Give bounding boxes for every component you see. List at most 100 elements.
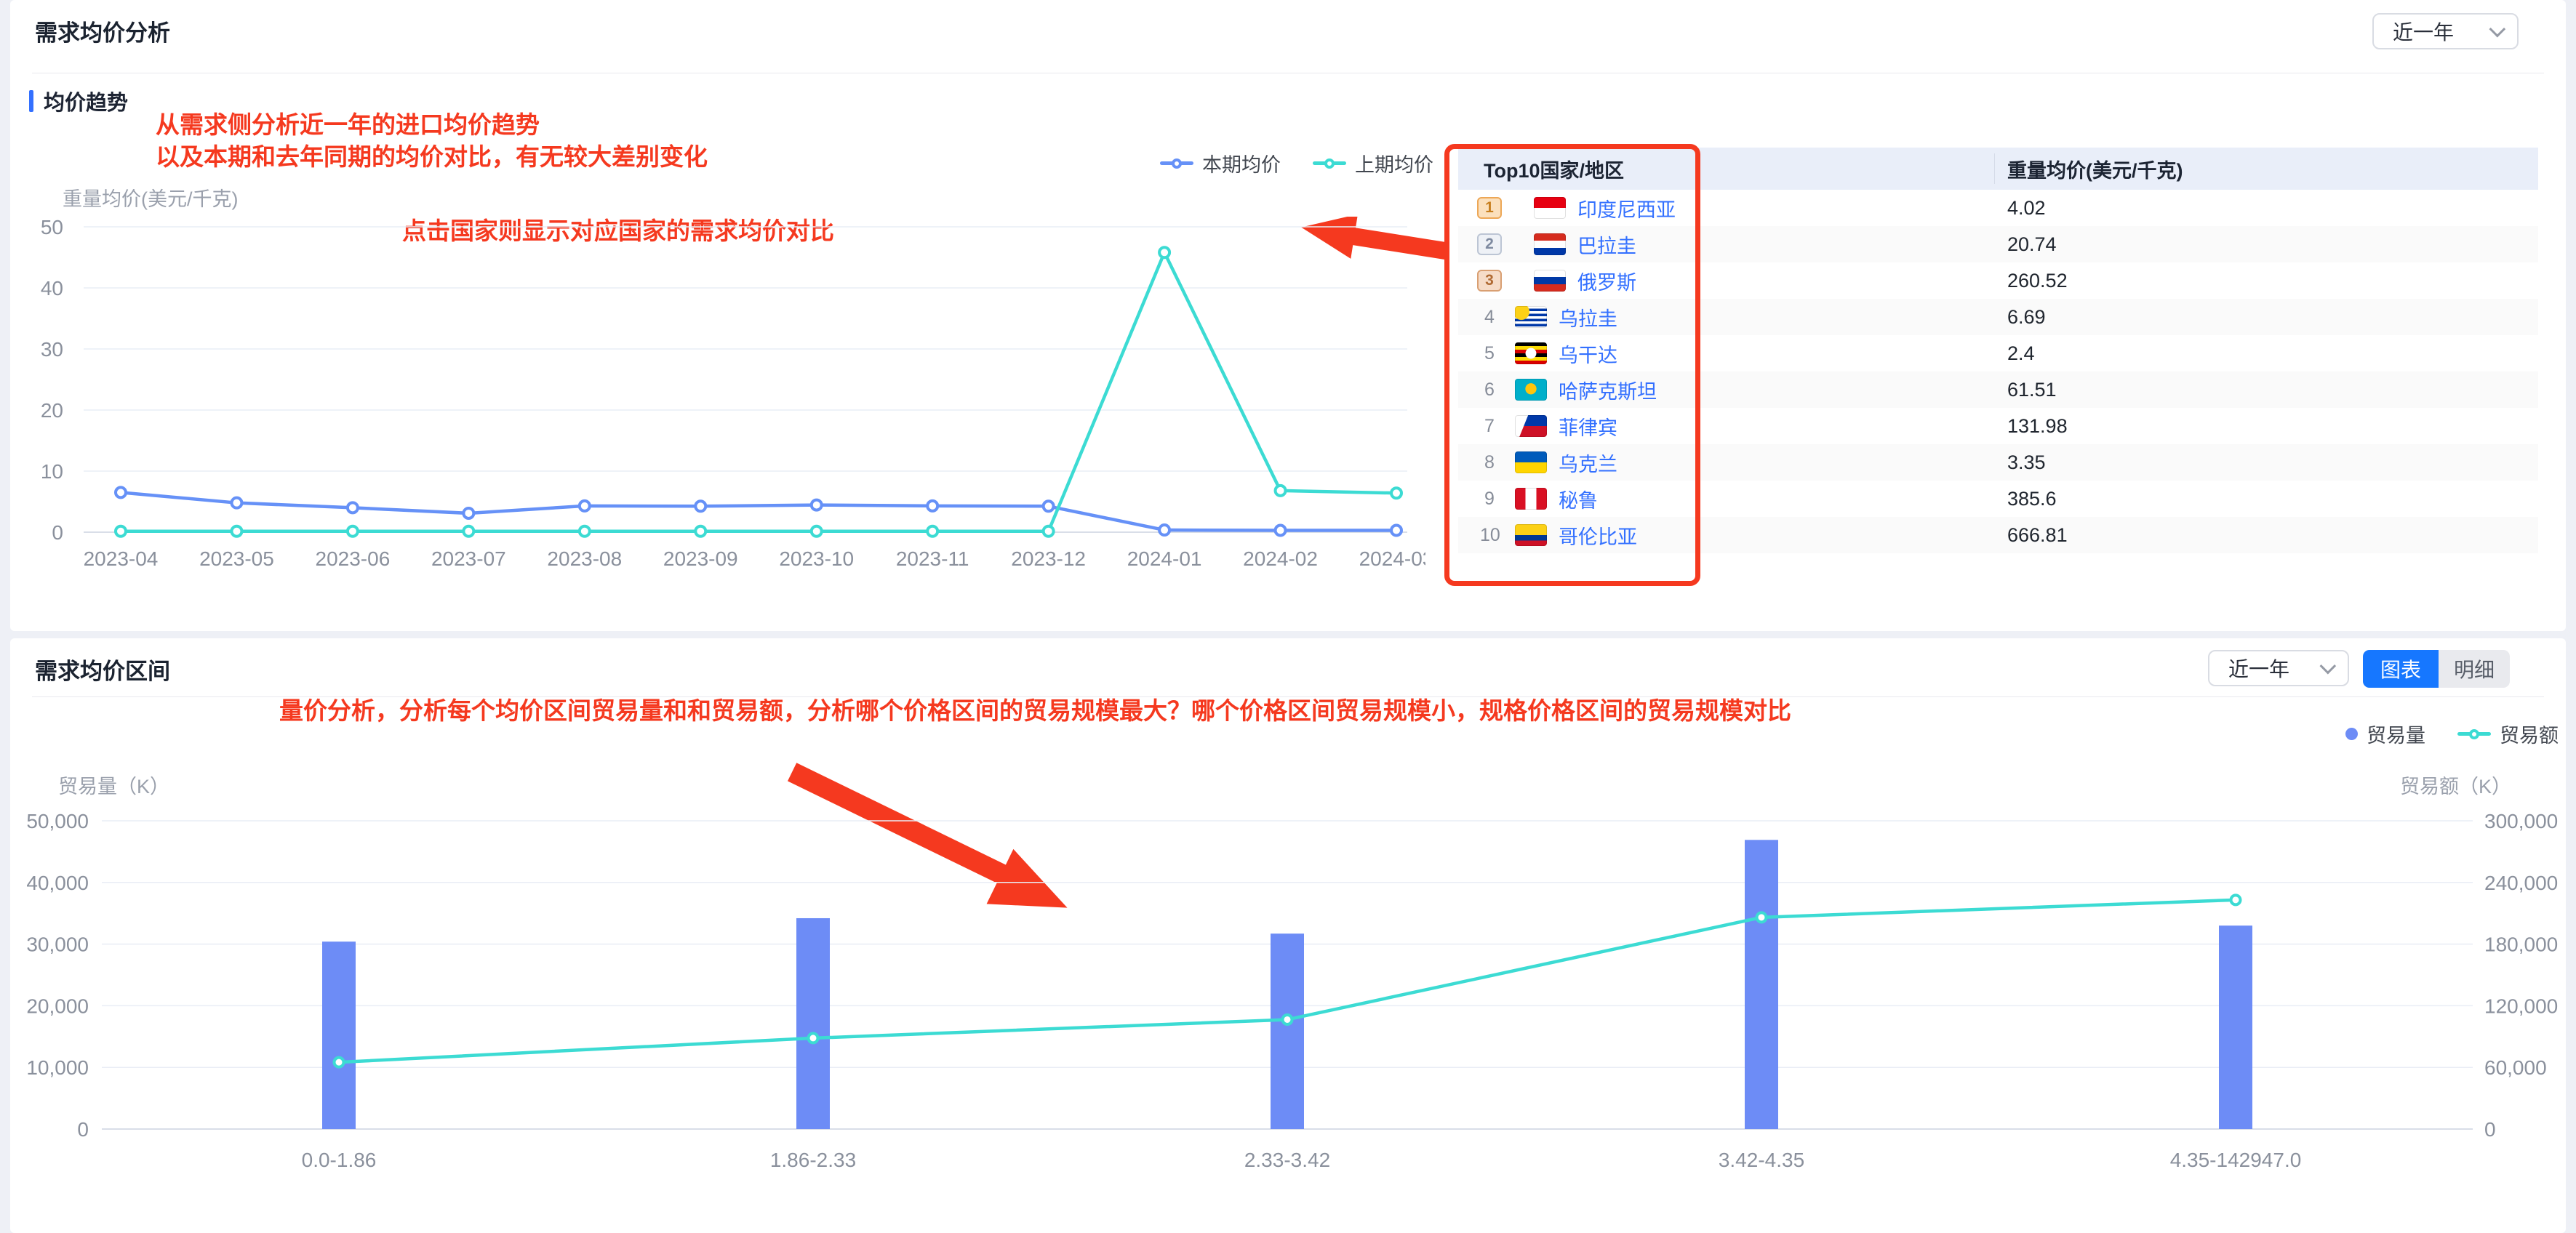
svg-text:40: 40: [41, 277, 63, 300]
country-link[interactable]: 印度尼西亚: [1577, 194, 1676, 222]
table-row[interactable]: 2 巴拉圭 20.74: [1458, 226, 2538, 262]
page-title: 需求均价分析: [35, 20, 170, 46]
avg-price-value: 385.6: [2007, 487, 2057, 510]
svg-text:2023-07: 2023-07: [431, 547, 506, 570]
chevron-down-icon: [2319, 657, 2337, 675]
table-row[interactable]: 9 秘鲁 385.6: [1458, 481, 2538, 517]
subsection-avg-price-trend: 均价趋势: [29, 86, 128, 116]
table-row[interactable]: 3 俄罗斯 260.52: [1458, 262, 2538, 299]
rank-number: 5: [1484, 342, 1495, 364]
svg-text:2023-04: 2023-04: [84, 547, 159, 570]
section-price-range: 需求均价区间 近一年 图表 明细 量价分析，分析每个均价区间贸易量和和贸易额，分…: [10, 638, 2566, 1233]
svg-text:0.0-1.86: 0.0-1.86: [302, 1149, 377, 1171]
country-flag-icon: [1515, 524, 1547, 546]
rank-number: 8: [1484, 451, 1495, 473]
country-flag-icon: [1534, 270, 1566, 292]
country-flag-icon: [1515, 379, 1547, 401]
table-row[interactable]: 4 乌拉圭 6.69: [1458, 299, 2538, 335]
country-flag-icon: [1515, 488, 1547, 510]
table-row[interactable]: 8 乌克兰 3.35: [1458, 444, 2538, 481]
country-link[interactable]: 秘鲁: [1559, 485, 1598, 513]
svg-text:180,000: 180,000: [2484, 933, 2558, 956]
table-row[interactable]: 7 菲律宾 131.98: [1458, 408, 2538, 444]
legend-previous-period[interactable]: 上期均价: [1313, 149, 1433, 177]
svg-text:2024-02: 2024-02: [1243, 547, 1318, 570]
time-range-select-2[interactable]: 近一年: [2208, 650, 2349, 686]
avg-price-value: 666.81: [2007, 523, 2068, 546]
svg-text:2023-05: 2023-05: [199, 547, 274, 570]
legend-trade-volume[interactable]: 贸易量: [2345, 720, 2425, 748]
svg-text:10,000: 10,000: [26, 1056, 89, 1079]
svg-text:60,000: 60,000: [2484, 1056, 2547, 1079]
annotation-volume-price: 量价分析，分析每个均价区间贸易量和和贸易额，分析哪个价格区间的贸易规模最大？哪个…: [279, 697, 1791, 724]
rank-number: 6: [1484, 379, 1495, 400]
svg-text:2023-06: 2023-06: [316, 547, 391, 570]
rank-number: 10: [1480, 524, 1500, 545]
country-link[interactable]: 哥伦比亚: [1559, 521, 1637, 550]
rank-medal-icon: 3: [1477, 270, 1502, 292]
country-flag-icon: [1515, 415, 1547, 437]
svg-text:0: 0: [52, 521, 63, 544]
avg-price-value: 6.69: [2007, 305, 2046, 328]
legend-current-period[interactable]: 本期均价: [1160, 149, 1281, 177]
country-flag-icon: [1515, 306, 1547, 328]
avg-price-value: 4.02: [2007, 196, 2046, 219]
table-body: 1 印度尼西亚 4.02 2 巴拉圭 20.74 3 俄罗斯 260.52 4 乌拉圭 6.69 5 乌干…: [1458, 190, 2538, 553]
price-range-combo-chart: 0 0 10,000 60,000 20,000 120,000 30,000 180,000…: [26, 810, 2558, 1171]
range-chart-legend: 贸易量 贸易额: [2345, 720, 2559, 748]
svg-text:2024-01: 2024-01: [1127, 547, 1202, 570]
time-range-select[interactable]: 近一年: [2372, 13, 2519, 49]
time-range-value: 近一年: [2228, 658, 2290, 680]
svg-text:120,000: 120,000: [2484, 995, 2558, 1017]
table-row[interactable]: 5 乌干达 2.4: [1458, 335, 2538, 371]
svg-text:20: 20: [41, 399, 63, 422]
svg-text:4.35-142947.0: 4.35-142947.0: [2170, 1149, 2302, 1171]
avg-price-value: 3.35: [2007, 451, 2046, 473]
col-header-avg-price: 重量均价(美元/千克): [2007, 159, 2183, 182]
svg-text:2023-12: 2023-12: [1011, 547, 1086, 570]
svg-text:0: 0: [2484, 1118, 2496, 1141]
svg-text:30: 30: [41, 338, 63, 361]
country-link[interactable]: 乌拉圭: [1559, 303, 1617, 332]
rank-number: 7: [1484, 415, 1495, 436]
rank-medal-icon: 2: [1477, 233, 1502, 255]
avg-price-value: 131.98: [2007, 414, 2068, 437]
chart-view-button[interactable]: 图表: [2363, 650, 2439, 688]
svg-text:2023-08: 2023-08: [547, 547, 622, 570]
detail-view-button[interactable]: 明细: [2439, 650, 2510, 688]
country-link[interactable]: 乌干达: [1559, 340, 1617, 368]
avg-price-trend-chart: 0 10 20 30 40 50 2023-04 2023-05 2023-06 2023-07 2…: [41, 216, 1425, 570]
line-marker-icon: [1313, 158, 1346, 169]
header-divider: [1994, 153, 1995, 184]
legend-trade-value[interactable]: 贸易额: [2457, 720, 2559, 748]
svg-text:20,000: 20,000: [26, 995, 89, 1017]
top10-countries-table: Top10国家/地区 重量均价(美元/千克) 1 印度尼西亚 4.02 2 巴拉圭 20.…: [1458, 148, 2538, 553]
svg-text:50: 50: [41, 216, 63, 238]
country-link[interactable]: 哈萨克斯坦: [1559, 376, 1657, 404]
country-link[interactable]: 乌克兰: [1559, 449, 1617, 477]
section-demand-price-analysis: 需求均价分析 近一年 均价趋势 从需求侧分析近一年的进口均价趋势 以及本期和去年…: [10, 0, 2566, 631]
svg-text:2023-10: 2023-10: [779, 547, 854, 570]
section-title: 需求均价区间: [35, 659, 170, 684]
svg-text:0: 0: [77, 1118, 89, 1141]
svg-text:30,000: 30,000: [26, 933, 89, 956]
line-marker-icon: [2457, 728, 2491, 739]
annotation-trend-note: 从需求侧分析近一年的进口均价趋势 以及本期和去年同期的均价对比，有无较大差别变化: [156, 111, 708, 170]
time-range-value: 近一年: [2393, 21, 2455, 44]
country-link[interactable]: 巴拉圭: [1577, 230, 1636, 259]
table-row[interactable]: 1 印度尼西亚 4.02: [1458, 190, 2538, 226]
table-row[interactable]: 10 哥伦比亚 666.81: [1458, 517, 2538, 553]
avg-price-value: 61.51: [2007, 378, 2057, 401]
svg-text:10: 10: [41, 460, 63, 483]
svg-text:2023-09: 2023-09: [663, 547, 738, 570]
country-flag-icon: [1534, 233, 1566, 255]
svg-text:1.86-2.33: 1.86-2.33: [770, 1149, 856, 1171]
country-link[interactable]: 菲律宾: [1559, 412, 1617, 441]
svg-text:3.42-4.35: 3.42-4.35: [1719, 1149, 1804, 1171]
country-link[interactable]: 俄罗斯: [1577, 267, 1636, 295]
subsection-title: 均价趋势: [44, 92, 129, 115]
avg-price-value: 2.4: [2007, 342, 2035, 364]
svg-text:2023-11: 2023-11: [896, 547, 969, 570]
col-header-country: Top10国家/地区: [1484, 159, 1625, 182]
table-row[interactable]: 6 哈萨克斯坦 61.51: [1458, 371, 2538, 408]
